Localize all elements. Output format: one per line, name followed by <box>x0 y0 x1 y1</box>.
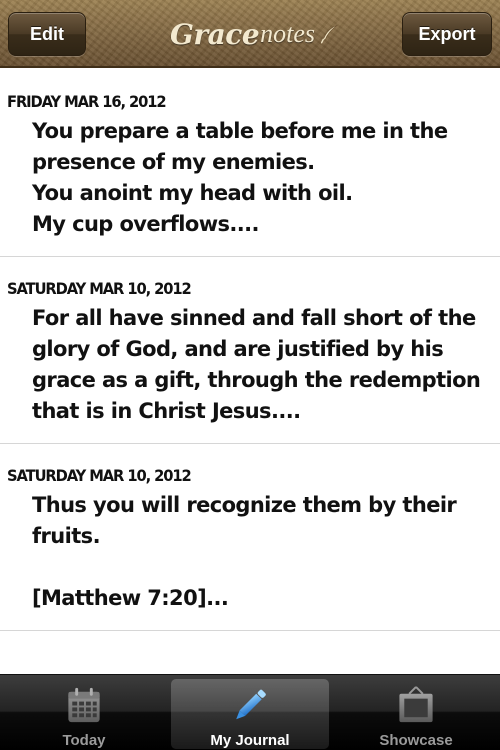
tab-today[interactable]: Today <box>4 679 164 749</box>
entry-date: SATURDAY MAR 10, 2012 <box>7 279 192 298</box>
journal-entry[interactable]: SATURDAY MAR 10, 2012 Thus you will reco… <box>0 444 500 631</box>
edit-button[interactable]: Edit <box>8 12 86 56</box>
logo-notes-text: notes <box>260 19 316 48</box>
tab-my-journal[interactable]: My Journal <box>171 679 329 749</box>
journal-list[interactable]: FRIDAY MAR 16, 2012 You prepare a table … <box>0 70 500 674</box>
tab-my-journal-label: My Journal <box>210 732 290 749</box>
tab-showcase[interactable]: Showcase <box>336 679 496 749</box>
entry-text: For all have sinned and fall short of th… <box>32 306 481 423</box>
journal-entry[interactable]: SATURDAY MAR 10, 2012 For all have sinne… <box>0 257 500 444</box>
logo-grace-text: Grace <box>170 17 260 51</box>
tab-bar: Today My Journal Showcase <box>0 674 500 750</box>
entry-date: FRIDAY MAR 16, 2012 <box>7 92 167 111</box>
entry-text: Thus you will recognize them by their fr… <box>32 493 457 610</box>
entry-date: SATURDAY MAR 10, 2012 <box>7 466 192 485</box>
easel-frame-icon <box>399 686 433 723</box>
entry-text: You prepare a table before me in the pre… <box>32 119 448 236</box>
quill-icon <box>320 24 338 44</box>
app-header: Edit Grace notes Export <box>0 0 500 68</box>
journal-entry[interactable]: FRIDAY MAR 16, 2012 You prepare a table … <box>0 70 500 257</box>
pencil-icon <box>236 689 266 720</box>
calendar-icon <box>68 687 100 723</box>
tab-today-label: Today <box>62 732 106 749</box>
gracenotes-logo: Grace notes <box>170 14 340 54</box>
export-button[interactable]: Export <box>402 12 492 56</box>
tab-showcase-label: Showcase <box>379 732 453 749</box>
